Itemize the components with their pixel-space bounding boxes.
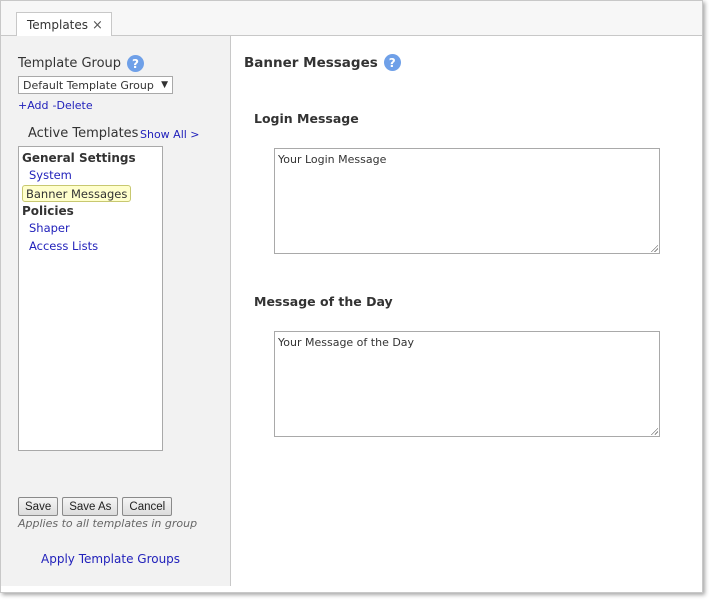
close-icon[interactable]: × [92, 19, 103, 32]
list-heading-general-settings: General Settings [22, 151, 136, 165]
login-message-label: Login Message [254, 111, 359, 126]
show-all-link[interactable]: Show All > [140, 128, 200, 141]
help-icon[interactable]: ? [127, 55, 145, 72]
tab-bar: Templates × [1, 1, 702, 37]
list-item-banner-messages[interactable]: Banner Messages [22, 185, 132, 202]
template-group-heading: Template Group ? [18, 55, 145, 72]
main-panel: Banner Messages ? Login Message Your Log… [232, 36, 702, 586]
template-group-select[interactable]: Default Template Group ▼ [18, 76, 173, 94]
page-title-row: Banner Messages ? [244, 54, 401, 71]
save-as-button[interactable]: Save As [62, 497, 119, 516]
motd-text: Your Message of the Day [278, 336, 415, 349]
delete-link[interactable]: -Delete [53, 99, 93, 112]
action-buttons: Save Save As Cancel [18, 497, 173, 516]
cancel-button[interactable]: Cancel [122, 497, 173, 516]
apply-template-groups-link[interactable]: Apply Template Groups [41, 552, 180, 566]
login-message-textarea[interactable]: Your Login Message [274, 148, 660, 254]
list-item-shaper[interactable]: Shaper [22, 220, 77, 237]
template-group-selected: Default Template Group [23, 78, 154, 92]
tab-templates[interactable]: Templates × [16, 12, 112, 37]
save-button[interactable]: Save [18, 497, 59, 516]
motd-label: Message of the Day [254, 294, 393, 309]
templates-list[interactable]: General Settings System Banner Messages … [18, 146, 163, 451]
motd-textarea[interactable]: Your Message of the Day [274, 331, 660, 437]
add-link[interactable]: +Add [18, 99, 49, 112]
list-item-access-lists[interactable]: Access Lists [22, 238, 105, 255]
resize-grip-icon[interactable] [650, 244, 658, 252]
resize-grip-icon[interactable] [650, 427, 658, 435]
help-icon[interactable]: ? [383, 54, 401, 71]
list-item-system[interactable]: System [22, 167, 79, 184]
left-panel: Template Group ? Default Template Group … [1, 36, 231, 586]
add-delete-links: +Add -Delete [18, 99, 93, 112]
template-group-label: Template Group [18, 56, 122, 71]
login-message-text: Your Login Message [278, 153, 387, 166]
active-templates-label: Active Templates [28, 126, 139, 141]
list-heading-policies: Policies [22, 204, 74, 218]
page-title: Banner Messages [244, 54, 378, 71]
tab-label: Templates [27, 18, 89, 32]
dropdown-arrow-icon: ▼ [161, 80, 168, 90]
applies-note: Applies to all templates in group [18, 517, 198, 530]
app-frame: Templates × Template Group ? Default Tem… [0, 0, 703, 593]
